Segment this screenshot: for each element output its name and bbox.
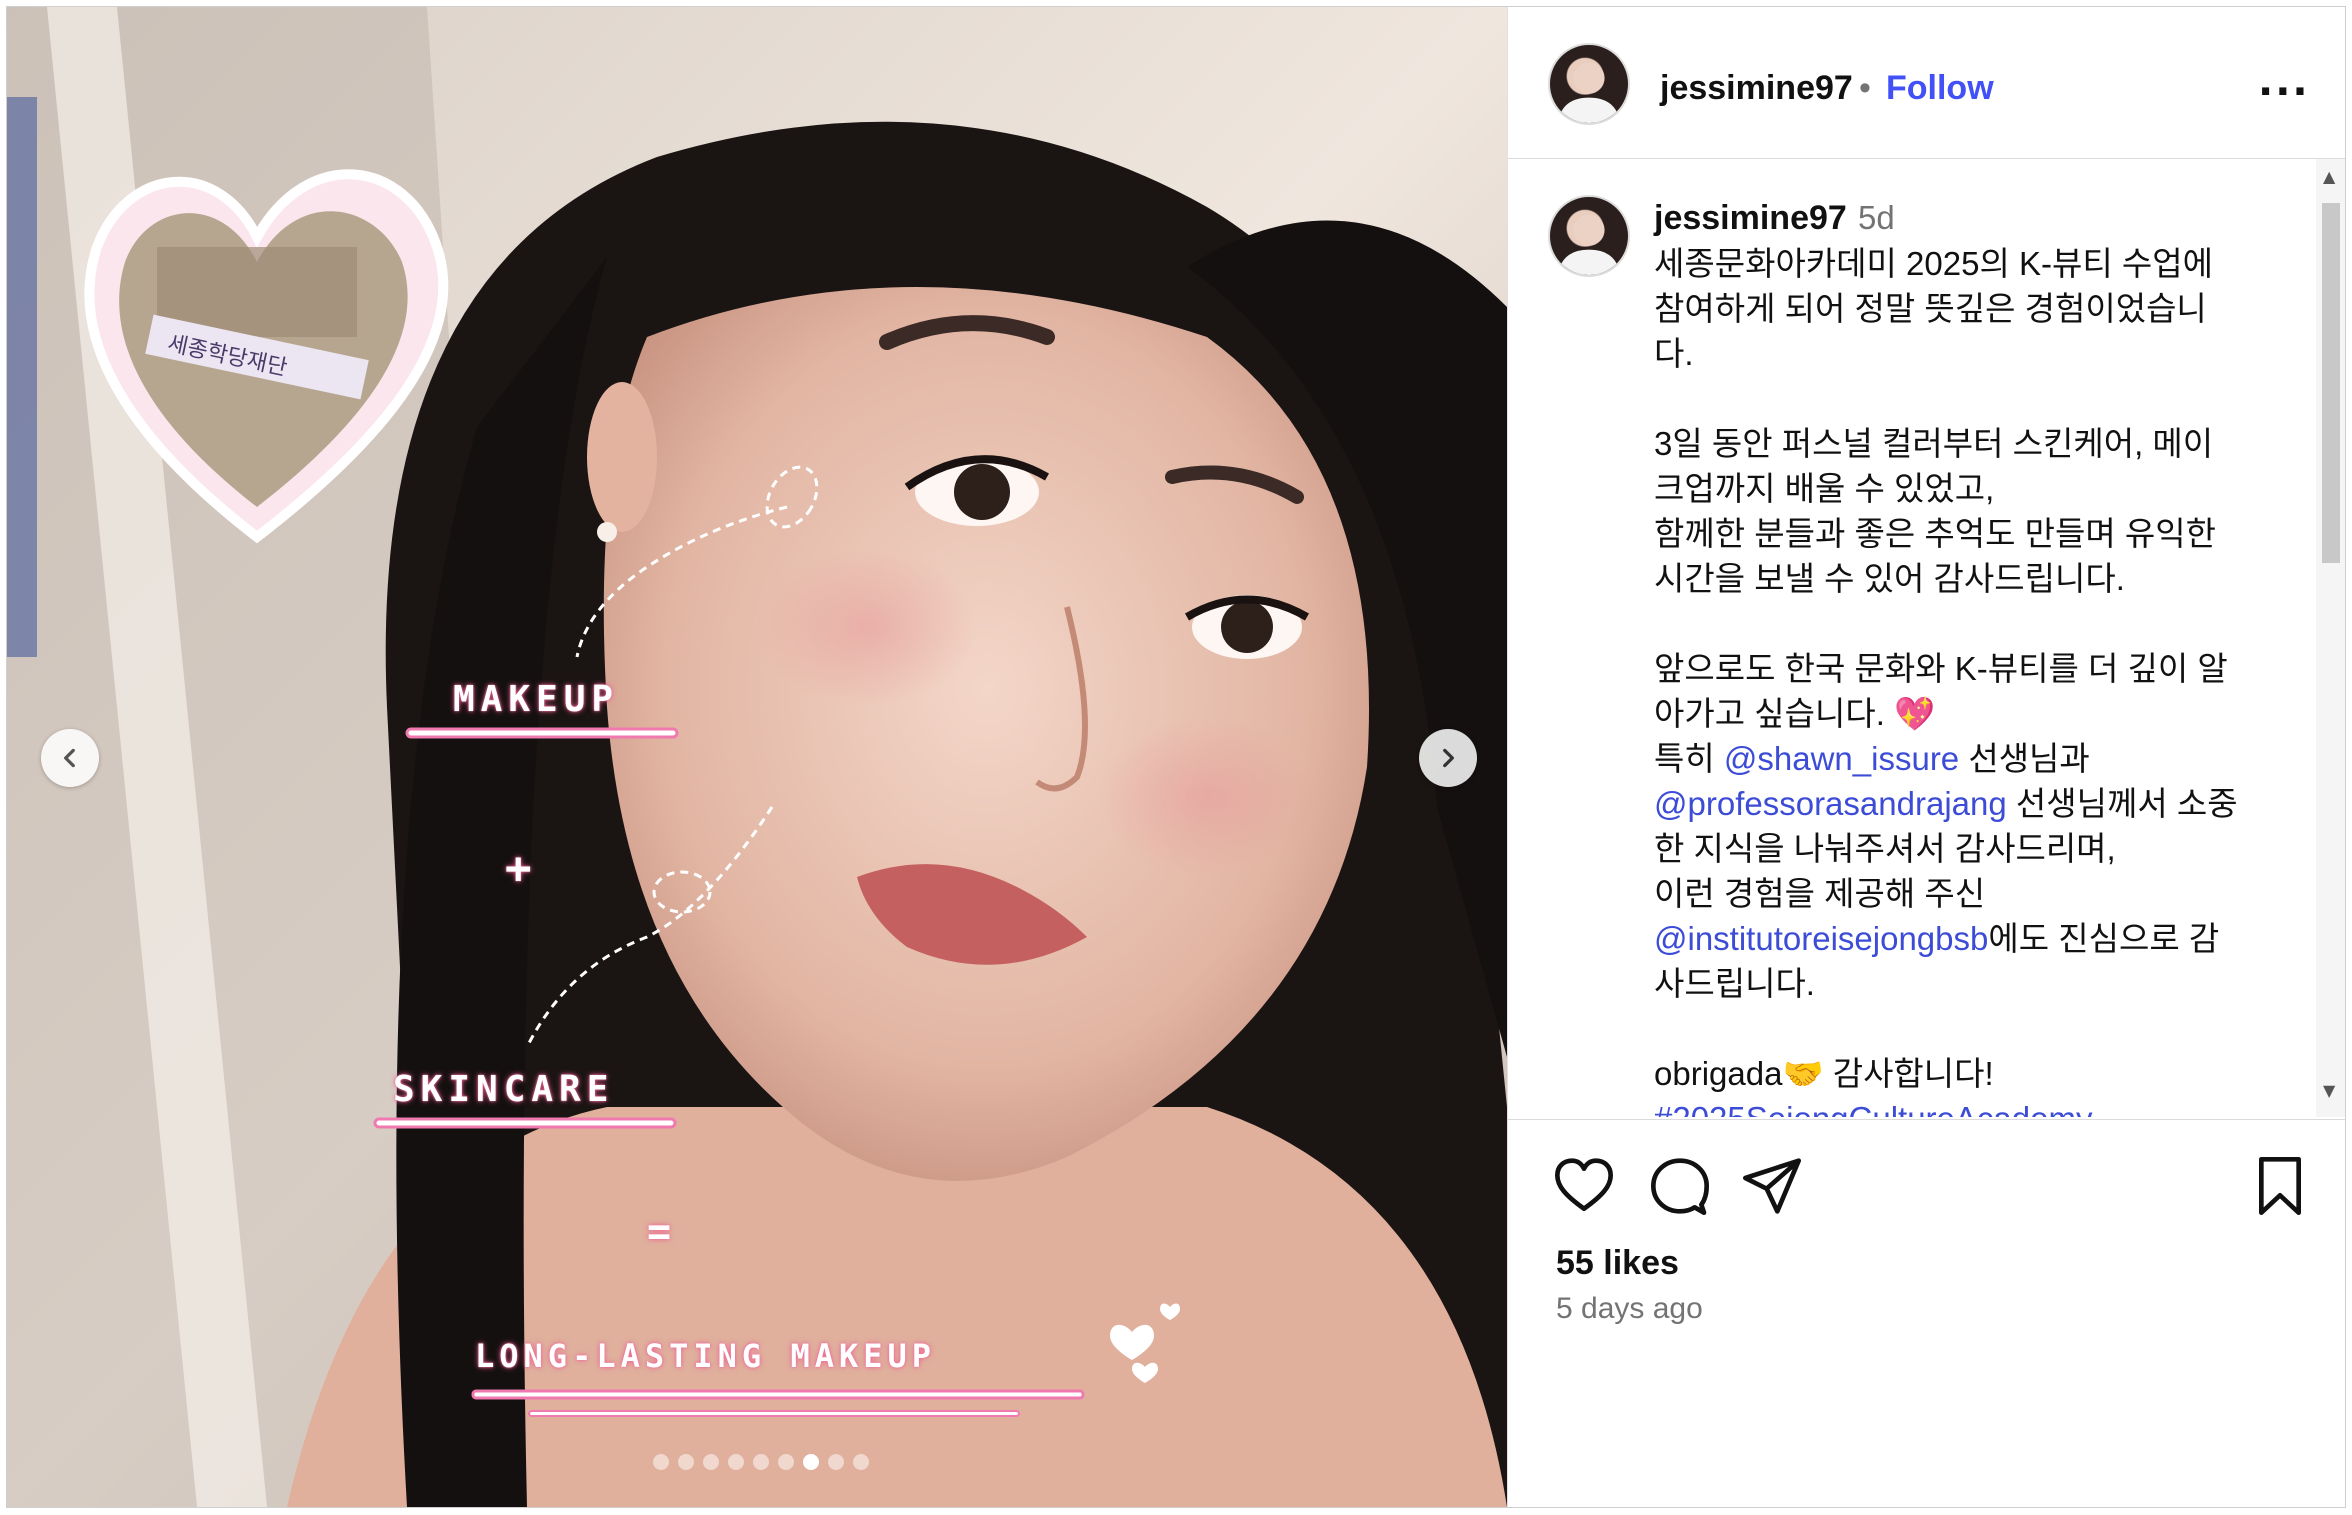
overlay-makeup: MAKEUP <box>453 679 620 720</box>
header-username-link[interactable]: jessimine97 <box>1660 69 1853 108</box>
mention-link-professorasandrajang[interactable]: @professorasandrajang <box>1654 785 2007 822</box>
mention-link-shawn[interactable]: @shawn_issure <box>1724 740 1959 777</box>
avatar[interactable] <box>1548 43 1630 125</box>
carousel-dot[interactable] <box>728 1454 744 1470</box>
post-photo: 세종학당재단 <box>7 7 1507 1507</box>
carousel-dots <box>653 1454 869 1470</box>
bookmark-icon[interactable] <box>2248 1154 2312 1218</box>
comment-icon[interactable] <box>1648 1154 1712 1218</box>
mention-link-institutoreisejongbsb[interactable]: @institutoreisejongbsb <box>1654 920 1988 957</box>
caption-scrollbar[interactable]: ▲ ▼ <box>2316 159 2345 1117</box>
carousel-prev-button[interactable] <box>41 729 99 787</box>
heart-icon[interactable] <box>1552 1154 1616 1218</box>
caption-text-segment: obrigada <box>1654 1055 1783 1092</box>
post-container: 세종학당재단 MAKEUP + SKINCARE = LONG-LASTING … <box>6 6 2346 1508</box>
action-bar: 55 likes 5 days ago <box>1508 1119 2345 1507</box>
carousel-dot[interactable] <box>778 1454 794 1470</box>
post-age: 5 days ago <box>1556 1292 1703 1325</box>
caption-text: 세종문화아카데미 2025의 K-뷰티 수업에 참여하게 되어 정말 뜻깊은 경… <box>1654 241 2294 1117</box>
follow-button[interactable]: Follow <box>1886 69 1994 108</box>
carousel-dot[interactable] <box>678 1454 694 1470</box>
carousel-dot[interactable] <box>653 1454 669 1470</box>
carousel-dot[interactable] <box>853 1454 869 1470</box>
overlay-result: LONG-LASTING MAKEUP <box>475 1337 937 1375</box>
chevron-right-icon <box>1443 748 1454 768</box>
scroll-down-icon[interactable]: ▼ <box>2323 1081 2335 1100</box>
hashtag-link[interactable]: #2025SejongCultureAcademy <box>1654 1100 2092 1117</box>
carousel-dot[interactable] <box>803 1454 819 1470</box>
more-options-button[interactable]: ... <box>2258 59 2310 105</box>
overlay-plus: + <box>505 843 532 894</box>
heart-emoji: 💖 <box>1894 695 1936 732</box>
chevron-left-icon <box>64 748 75 768</box>
post-header: jessimine97 • Follow ... <box>1508 7 2345 159</box>
caption-area[interactable]: jessimine97 5d 세종문화아카데미 2025의 K-뷰티 수업에 참… <box>1508 159 2345 1117</box>
carousel-dot[interactable] <box>703 1454 719 1470</box>
scrollbar-thumb[interactable] <box>2322 203 2340 563</box>
caption-username-link[interactable]: jessimine97 <box>1654 199 1847 238</box>
carousel-dot[interactable] <box>753 1454 769 1470</box>
handshake-emoji: 🤝 <box>1782 1055 1824 1092</box>
caption-paragraph-3: 앞으로도 한국 문화와 K-뷰티를 더 깊이 알 아가고 싶습니다. <box>1654 650 2228 732</box>
caption-timestamp[interactable]: 5d <box>1858 199 1895 237</box>
carousel-dot[interactable] <box>828 1454 844 1470</box>
likes-count[interactable]: 55 likes <box>1556 1244 1679 1283</box>
caption-paragraph-2: 3일 동안 퍼스널 컬러부터 스킨케어, 메이 크업까지 배울 수 있었고, 함… <box>1654 425 2216 597</box>
caption-text-segment: 감사합니다! <box>1823 1055 1994 1092</box>
caption-paragraph-1: 세종문화아카데미 2025의 K-뷰티 수업에 참여하게 되어 정말 뜻깊은 경… <box>1654 245 2213 372</box>
caption-avatar[interactable] <box>1548 195 1630 277</box>
overlay-skincare: SKINCARE <box>393 1069 615 1110</box>
post-side-panel: jessimine97 • Follow ... jessimine97 5d … <box>1507 7 2345 1507</box>
post-media[interactable]: 세종학당재단 MAKEUP + SKINCARE = LONG-LASTING … <box>7 7 1507 1507</box>
scroll-up-icon[interactable]: ▲ <box>2323 167 2335 186</box>
overlay-equals: = <box>647 1209 672 1255</box>
caption-text-segment: 특히 <box>1654 740 1724 777</box>
header-separator: • <box>1859 69 1871 107</box>
caption-text-segment: 선생님과 <box>1959 740 2090 777</box>
carousel-next-button[interactable] <box>1419 729 1477 787</box>
send-icon[interactable] <box>1740 1154 1804 1218</box>
